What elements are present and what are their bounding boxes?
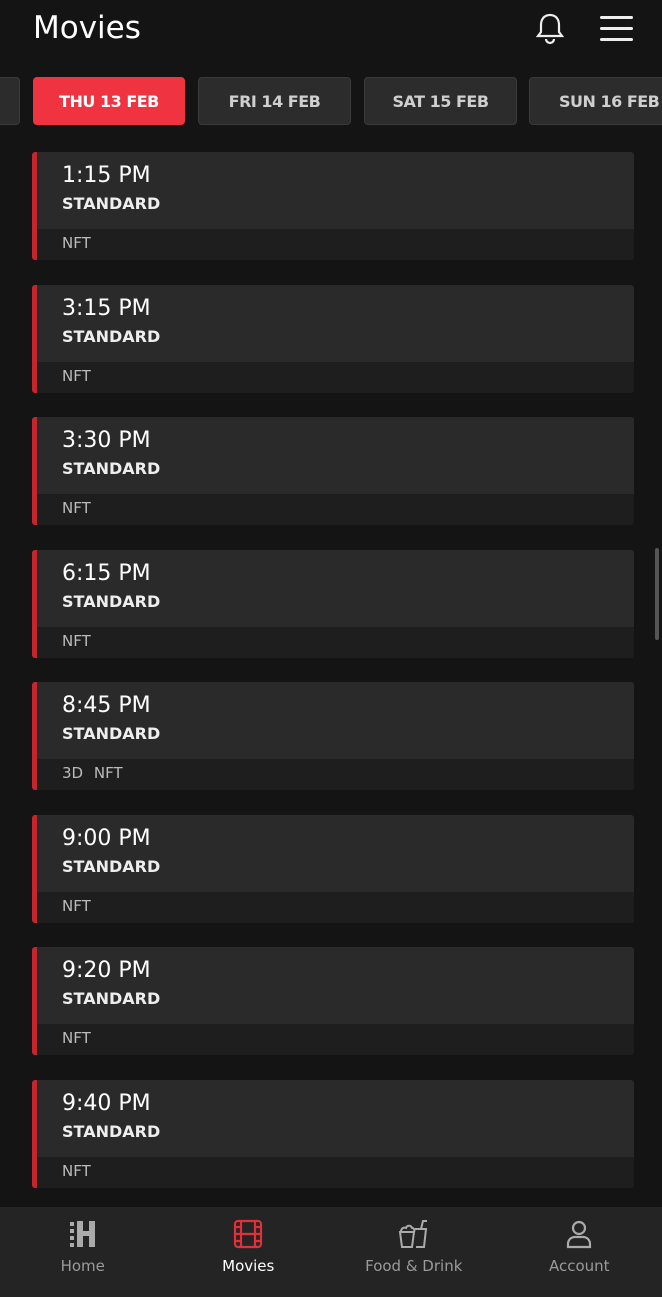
food-drink-icon [398,1220,427,1248]
showtime-card[interactable]: 9:40 PM STANDARD NFT [32,1079,634,1188]
showtime-card[interactable]: 9:00 PM STANDARD NFT [32,814,634,923]
nav-home[interactable]: Home [0,1207,166,1297]
showtime-time: 9:40 PM [62,1090,151,1116]
showtime-time: 3:30 PM [62,428,151,453]
nav-food-drink-label: Food & Drink [365,1257,463,1275]
home-icon [69,1221,95,1247]
showtime-tags: NFT [37,361,634,393]
showtime-format: STANDARD [62,591,161,611]
scrollbar[interactable] [655,548,659,640]
nav-account-label: Account [548,1257,610,1275]
nav-movies-label: Movies [222,1257,275,1275]
showtime-tags: NFT [37,1024,634,1055]
showtime-time: 9:00 PM [62,825,151,851]
date-tab-previous[interactable] [0,77,20,125]
showtime-card[interactable]: 6:15 PM STANDARD NFT [32,549,634,658]
bottom-nav: Home Movies Food & Drink Account [0,1207,662,1297]
showtime-tags: NFT [37,891,634,923]
nav-food-drink[interactable]: Food & Drink [331,1207,497,1297]
date-tab-fri[interactable]: FRI 14 FEB [198,77,351,125]
film-icon [234,1219,263,1249]
date-tab-sun[interactable]: SUN 16 FEB [529,77,662,125]
showtime-card[interactable]: 9:20 PM STANDARD NFT [32,947,634,1055]
showtime-format: STANDARD [62,856,161,876]
account-icon [567,1220,592,1249]
showtime-card[interactable]: 1:15 PM STANDARD NFT [32,152,634,260]
showtime-time: 3:15 PM [62,295,151,321]
page-title: Movies [33,10,141,46]
showtime-tags: 3D NFT [37,759,634,790]
nav-movies[interactable]: Movies [166,1207,332,1297]
showtime-format: STANDARD [62,194,161,213]
showtime-format: STANDARD [62,459,161,478]
hamburger-menu-icon[interactable] [600,16,633,42]
showtime-card[interactable]: 3:30 PM STANDARD NFT [32,417,634,525]
showtime-format: STANDARD [62,989,161,1008]
date-tab-sat[interactable]: SAT 15 FEB [364,77,517,125]
showtime-card[interactable]: 3:15 PM STANDARD NFT [32,284,634,393]
bell-icon[interactable] [534,12,566,46]
showtime-time: 9:20 PM [62,958,151,983]
showtime-card[interactable]: 8:45 PM STANDARD 3D NFT [32,682,634,790]
showtime-tags: NFT [37,229,634,260]
showtime-time: 6:15 PM [62,560,151,586]
nav-home-label: Home [60,1257,105,1275]
showtime-time: 1:15 PM [62,163,151,188]
showtime-format: STANDARD [62,724,161,743]
showtime-tags: NFT [37,494,634,525]
showtime-format: STANDARD [62,326,161,346]
date-tab-thu[interactable]: THU 13 FEB [33,77,185,125]
showtime-tags: NFT [37,626,634,658]
nav-account[interactable]: Account [497,1207,662,1297]
showtime-time: 8:45 PM [62,693,151,718]
showtime-tags: NFT [37,1156,634,1188]
showtime-format: STANDARD [62,1121,161,1141]
